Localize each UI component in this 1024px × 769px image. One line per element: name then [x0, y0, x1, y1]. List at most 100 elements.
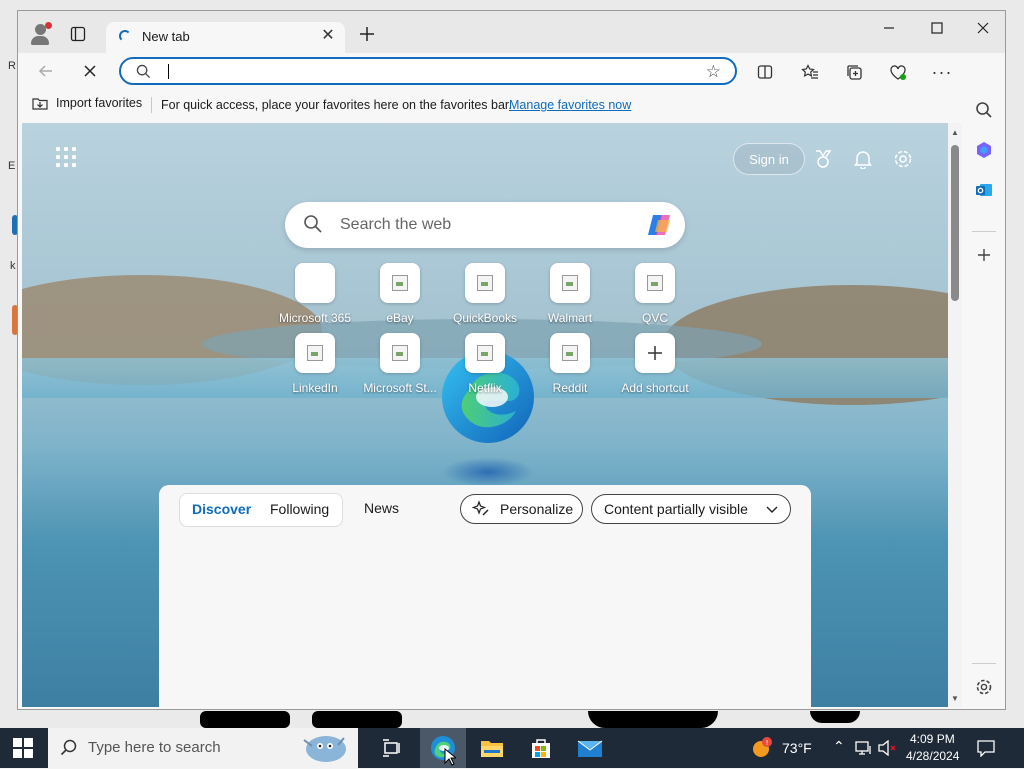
browser-essentials-button[interactable]: [887, 61, 909, 83]
settings-more-button[interactable]: ···: [931, 61, 953, 83]
shortcut-qvc[interactable]: QVC: [612, 263, 698, 325]
shortcut-linkedin[interactable]: LinkedIn: [272, 333, 358, 395]
stop-loading-button[interactable]: [78, 60, 102, 82]
notifications-button[interactable]: [851, 147, 875, 171]
content-visibility-dropdown[interactable]: Content partially visible: [591, 494, 791, 524]
volume-muted-icon[interactable]: [876, 734, 898, 762]
search-highlight-icon: [296, 730, 352, 766]
rewards-trophy-icon: [816, 150, 832, 168]
collections-button[interactable]: [843, 61, 865, 83]
shortcut-quickbooks[interactable]: QuickBooks: [442, 263, 528, 325]
shortcut-microsoft-365[interactable]: Microsoft 365: [272, 263, 358, 325]
scroll-up-icon[interactable]: ▲: [951, 128, 959, 137]
desktop-icon-fragment: R: [8, 60, 16, 72]
tab-actions-icon: [70, 26, 86, 42]
network-icon[interactable]: [853, 734, 875, 762]
profile-button[interactable]: [28, 21, 54, 47]
sidebar-settings-button[interactable]: [972, 675, 996, 699]
shortcut-icon: [295, 263, 335, 303]
mouse-cursor-icon: [444, 748, 456, 766]
import-folder-icon: [32, 98, 48, 110]
shortcut-label: Netflix: [468, 381, 502, 395]
broken-image-icon: [477, 275, 493, 291]
show-hidden-icons-chevron-icon[interactable]: ⌃: [833, 738, 845, 755]
sidebar-outlook-button[interactable]: [972, 178, 996, 202]
broken-image-icon: [647, 275, 663, 291]
broken-image-icon: [477, 345, 493, 361]
search-icon: [60, 739, 77, 756]
heart-pulse-icon: [890, 64, 906, 80]
sign-in-button[interactable]: Sign in: [733, 143, 805, 175]
file-explorer-button[interactable]: [478, 734, 506, 762]
add-favorite-star-icon[interactable]: ☆: [706, 62, 721, 82]
sidebar-search-button[interactable]: [972, 98, 996, 122]
close-tab-icon[interactable]: ✕: [319, 27, 337, 45]
folder-icon: [481, 741, 503, 757]
maximize-button[interactable]: [922, 16, 952, 40]
shortcut-reddit[interactable]: Reddit: [527, 333, 613, 395]
svg-text:!: !: [766, 739, 769, 747]
favorites-bar: Import favorites For quick access, place…: [18, 89, 1005, 121]
sidebar-copilot-button[interactable]: [972, 138, 996, 162]
manage-favorites-link[interactable]: Manage favorites now: [509, 98, 631, 112]
favorites-button[interactable]: [799, 61, 821, 83]
back-arrow-icon: [38, 65, 52, 77]
favorites-bar-message: For quick access, place your favorites h…: [161, 98, 512, 112]
favorites-list-icon: [801, 64, 818, 79]
task-view-button[interactable]: [378, 734, 406, 762]
close-window-button[interactable]: [968, 16, 998, 40]
app-launcher-button[interactable]: [56, 147, 78, 169]
shortcut-label: Reddit: [552, 381, 588, 395]
clock-date[interactable]: 4/28/2024: [906, 749, 959, 763]
tab-new-tab[interactable]: New tab ✕: [106, 22, 345, 53]
weather-icon[interactable]: !: [748, 734, 776, 762]
plus-icon: [978, 249, 990, 261]
page-scrollbar[interactable]: ▲ ▼: [948, 123, 962, 707]
sparkle-pencil-icon: [472, 500, 489, 516]
close-icon: [977, 22, 989, 34]
page-settings-button[interactable]: [891, 147, 915, 171]
scroll-down-icon[interactable]: ▼: [951, 694, 959, 703]
shortcut-ebay[interactable]: eBay: [357, 263, 443, 325]
import-favorites-label: Import favorites: [56, 96, 143, 110]
rewards-button[interactable]: [811, 147, 835, 171]
edge-window: New tab ✕ ☆ ··· Import favorites For qui…: [17, 10, 1006, 710]
tab-discover[interactable]: Discover: [192, 501, 251, 517]
personalize-button[interactable]: Personalize: [460, 494, 583, 524]
windows-logo-icon: [13, 738, 33, 758]
taskbar-search-box[interactable]: Type here to search: [48, 728, 358, 768]
shortcut-microsoft-store[interactable]: Microsoft St...: [357, 333, 443, 395]
clock-time[interactable]: 4:09 PM: [910, 732, 955, 746]
tab-following[interactable]: Following: [270, 501, 329, 517]
divider: [972, 231, 996, 232]
split-screen-icon: [757, 65, 773, 79]
back-button[interactable]: [34, 60, 58, 82]
split-screen-button[interactable]: [754, 61, 776, 83]
shortcut-netflix[interactable]: Netflix: [442, 333, 528, 395]
minimize-button[interactable]: [874, 16, 904, 40]
notification-center-button[interactable]: [972, 734, 1000, 762]
shortcut-walmart[interactable]: Walmart: [527, 263, 613, 325]
tab-news[interactable]: News: [364, 500, 399, 516]
tab-actions-button[interactable]: [68, 24, 88, 44]
new-tab-page: Sign in Search the web Microsoft 365 eBa…: [22, 123, 948, 707]
desktop-icon-fragment: k: [10, 260, 16, 272]
web-search-box[interactable]: Search the web: [285, 202, 685, 248]
add-shortcut-button[interactable]: Add shortcut: [612, 333, 698, 395]
tab-title: New tab: [142, 29, 190, 44]
microsoft-store-button[interactable]: [527, 734, 555, 762]
weather-temperature[interactable]: 73°F: [782, 740, 812, 756]
personalize-label: Personalize: [500, 501, 574, 517]
plus-icon: [360, 27, 374, 41]
sidebar-add-button[interactable]: [972, 243, 996, 267]
copilot-search-icon[interactable]: [647, 212, 675, 241]
mail-button[interactable]: [576, 734, 604, 762]
address-bar[interactable]: ☆: [119, 57, 737, 85]
new-tab-button[interactable]: [356, 23, 378, 45]
content-visibility-label: Content partially visible: [604, 501, 748, 517]
import-favorites-button[interactable]: Import favorites: [32, 96, 142, 110]
shortcut-label: QVC: [641, 311, 668, 325]
start-button[interactable]: [12, 737, 36, 759]
taskbar-edge-button[interactable]: [420, 728, 466, 768]
scrollbar-thumb[interactable]: [951, 145, 959, 301]
